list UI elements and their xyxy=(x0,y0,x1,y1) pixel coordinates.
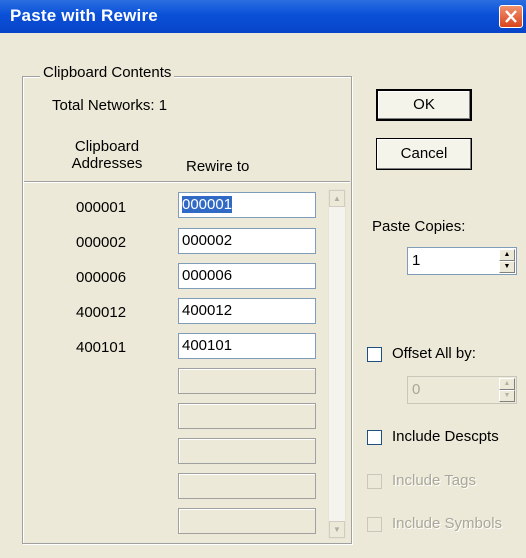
rewire-input[interactable]: 000002 xyxy=(178,228,316,254)
total-networks-label: Total Networks: 1 xyxy=(52,97,168,114)
rewire-input-empty xyxy=(178,438,316,464)
header-divider xyxy=(24,181,350,183)
spin-down-icon[interactable]: ▼ xyxy=(499,261,515,273)
offset-all-checkbox[interactable] xyxy=(367,347,382,362)
spin-up-icon[interactable]: ▲ xyxy=(499,249,515,261)
spin-up-icon: ▲ xyxy=(499,378,515,390)
include-descpts-checkbox[interactable] xyxy=(367,430,382,445)
rewire-input[interactable]: 000006 xyxy=(178,263,316,289)
include-symbols-label: Include Symbols xyxy=(392,515,503,532)
include-symbols-checkbox xyxy=(367,517,382,532)
offset-all-label: Offset All by: xyxy=(392,345,476,362)
paste-copies-label: Paste Copies: xyxy=(372,218,466,235)
rewire-input-empty xyxy=(178,403,316,429)
window-title: Paste with Rewire xyxy=(10,6,158,25)
rewire-to-header: Rewire to xyxy=(186,158,250,175)
scroll-up-icon[interactable]: ▲ xyxy=(329,190,345,207)
spinner-arrows[interactable]: ▲ ▼ xyxy=(499,249,515,273)
rewire-input-empty xyxy=(178,368,316,394)
rewire-input[interactable]: 000001 xyxy=(178,192,316,218)
include-tags-checkbox xyxy=(367,474,382,489)
spin-down-icon: ▼ xyxy=(499,390,515,402)
offset-value: 0 xyxy=(412,381,421,398)
offset-spinner-arrows: ▲ ▼ xyxy=(499,378,515,402)
paste-copies-spinner[interactable]: 1 ▲ ▼ xyxy=(407,247,517,275)
rewire-input-empty xyxy=(178,508,316,534)
include-descpts-label: Include Descpts xyxy=(392,428,499,445)
ok-button[interactable]: OK xyxy=(376,89,472,121)
address-cell: 400012 xyxy=(76,304,127,321)
address-cell: 000001 xyxy=(76,199,127,216)
close-icon xyxy=(505,10,517,23)
paste-copies-value: 1 xyxy=(412,252,421,269)
rewire-input[interactable]: 400101 xyxy=(178,333,316,359)
address-cell: 000002 xyxy=(76,234,127,251)
address-cell: 400101 xyxy=(76,339,127,356)
paste-with-rewire-dialog: Paste with Rewire Clipboard Contents Tot… xyxy=(0,0,526,558)
rows-scrollbar[interactable]: ▲ ▼ xyxy=(328,189,346,539)
rewire-input-empty xyxy=(178,473,316,499)
scroll-down-icon[interactable]: ▼ xyxy=(329,521,345,538)
address-cell: 000006 xyxy=(76,269,127,286)
clipboard-addresses-header: Clipboard Addresses xyxy=(71,138,143,172)
close-button[interactable] xyxy=(499,5,523,28)
clipboard-contents-legend: Clipboard Contents xyxy=(40,64,175,81)
cancel-button[interactable]: Cancel xyxy=(376,138,472,170)
include-tags-label: Include Tags xyxy=(392,472,476,489)
rewire-input[interactable]: 400012 xyxy=(178,298,316,324)
offset-spinner: 0 ▲ ▼ xyxy=(407,376,517,404)
title-bar: Paste with Rewire xyxy=(0,0,526,33)
